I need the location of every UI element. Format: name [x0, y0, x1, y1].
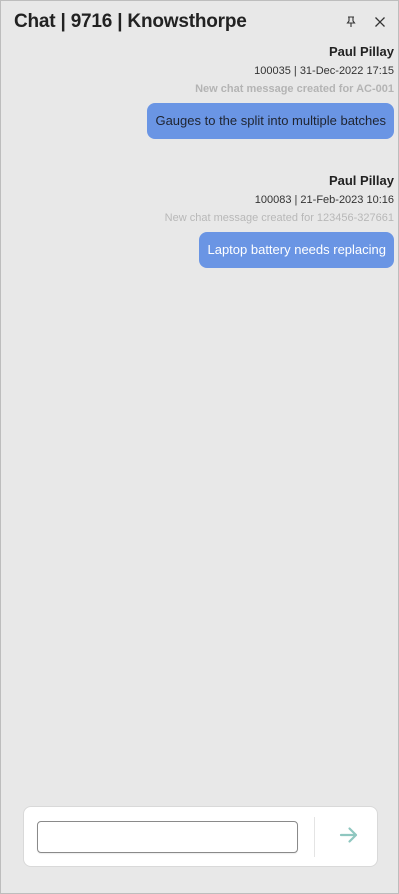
chat-panel: Chat | 9716 | Knowsthorpe Paul Pillay 10… [0, 0, 399, 894]
message-input[interactable] [37, 821, 298, 853]
send-button[interactable] [334, 823, 364, 851]
close-button[interactable] [370, 12, 390, 32]
pin-button[interactable] [341, 12, 361, 32]
arrow-right-icon [339, 826, 359, 849]
chat-header: Chat | 9716 | Knowsthorpe [1, 1, 398, 41]
message-bubble: Laptop battery needs replacing [199, 232, 394, 268]
message-meta: 100035 | 31-Dec-2022 17:15 [254, 65, 394, 77]
message-note: New chat message created for AC-001 [195, 83, 394, 95]
pin-icon [345, 16, 357, 28]
message-sender: Paul Pillay [328, 173, 394, 188]
message-meta: 100083 | 21-Feb-2023 10:16 [254, 194, 394, 206]
message-note: New chat message created for 123456-3276… [164, 212, 394, 224]
chat-message: Paul Pillay 100035 | 31-Dec-2022 17:15 N… [147, 44, 394, 139]
message-sender: Paul Pillay [328, 44, 394, 59]
message-bubble: Gauges to the split into multiple batche… [147, 103, 394, 139]
close-icon [374, 16, 386, 28]
message-composer [23, 806, 378, 867]
chat-message: Paul Pillay 100083 | 21-Feb-2023 10:16 N… [165, 173, 394, 268]
chat-title: Chat | 9716 | Knowsthorpe [14, 11, 247, 32]
composer-divider [314, 817, 315, 857]
